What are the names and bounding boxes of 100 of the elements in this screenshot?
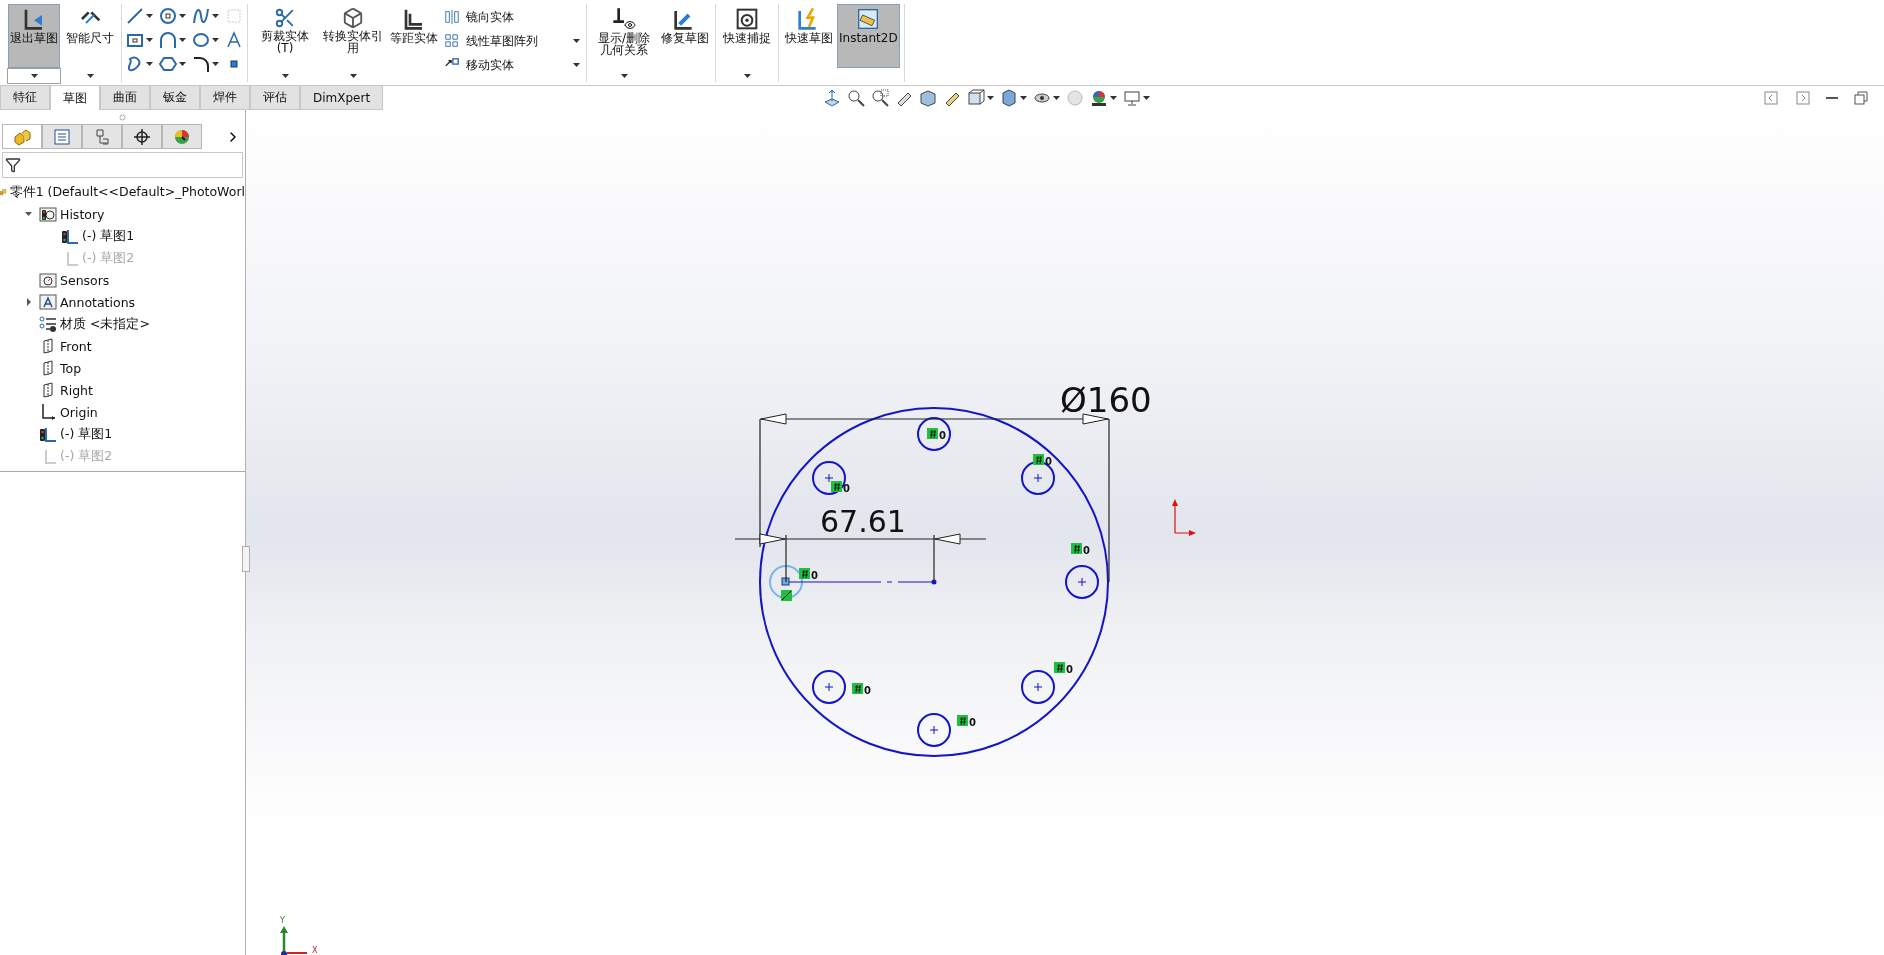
caret-icon	[212, 62, 219, 66]
ribbon-tab[interactable]: 曲面	[100, 86, 150, 110]
text-tool[interactable]	[225, 30, 243, 50]
panel-tab[interactable]	[122, 124, 162, 149]
toolbar-button[interactable]: Instant2D	[837, 4, 900, 68]
line-tool[interactable]	[126, 6, 153, 26]
toolbar-button[interactable]: 智能尺寸	[64, 4, 116, 68]
spline-tool[interactable]	[192, 6, 219, 26]
toolbar-menu-item[interactable]: 线性草图阵列	[442, 30, 582, 52]
caret-icon	[146, 38, 153, 42]
toolbar-button[interactable]: 剪裁实体(T)	[252, 4, 318, 68]
monitor-button[interactable]	[1123, 88, 1151, 108]
ribbon-tab[interactable]: 评估	[250, 86, 300, 110]
slot-tool[interactable]	[126, 54, 153, 74]
extension-line	[785, 534, 787, 583]
caret-icon	[25, 210, 33, 218]
axis-triad-drawing	[280, 926, 308, 955]
toolbar-button[interactable]: 快速捕捉	[721, 4, 773, 68]
relation-icon	[1071, 543, 1082, 554]
ribbon-tab[interactable]: 草图	[50, 86, 100, 110]
toolbar-button[interactable]: 显示/删除几何关系	[591, 4, 657, 68]
tree-item[interactable]: Annotations	[60, 294, 136, 310]
toolbar-button[interactable]: 转换实体引用	[320, 4, 386, 68]
ellipse-tool[interactable]	[192, 30, 219, 50]
circle-tool[interactable]	[159, 6, 186, 26]
hole-circle	[1065, 565, 1099, 599]
filter-field[interactable]	[2, 152, 243, 178]
caret-icon	[30, 74, 38, 78]
minimize-icon	[1826, 97, 1838, 99]
caret-icon	[86, 74, 94, 78]
scissors-icon	[274, 7, 296, 29]
tree-item[interactable]: Right	[60, 382, 93, 398]
relation-icon	[852, 683, 863, 694]
tree-item[interactable]: (-) 草图1	[60, 425, 113, 443]
polygon-tool[interactable]	[159, 54, 186, 74]
material-icon	[39, 315, 57, 333]
cube-icon	[342, 7, 364, 29]
restore-button[interactable]	[1852, 88, 1870, 108]
sensor-icon	[39, 271, 57, 289]
crosshair-icon	[133, 127, 151, 146]
tree-item[interactable]: Top	[60, 360, 82, 376]
view-orientation-icon	[967, 89, 986, 107]
display-style-button[interactable]	[1000, 88, 1028, 108]
view-orientation-button[interactable]	[967, 88, 995, 108]
caret-icon	[620, 74, 628, 78]
zoom-area-button[interactable]	[871, 88, 890, 108]
arc-tool[interactable]	[159, 30, 186, 50]
arc-icon	[159, 31, 177, 49]
toolbar-button[interactable]: 退出草图	[8, 4, 60, 68]
ribbon-tab[interactable]: 焊件	[200, 86, 250, 110]
tree-item[interactable]: (-) 草图1	[82, 227, 135, 245]
relations-icon	[612, 7, 636, 31]
caret-icon	[179, 62, 186, 66]
property-list-icon	[53, 127, 71, 146]
tree-item[interactable]: History	[60, 206, 105, 222]
tree-item[interactable]: Sensors	[60, 272, 110, 288]
ellipse-icon	[192, 31, 210, 49]
panel-left-icon	[1762, 89, 1780, 107]
relation-count: 0	[864, 685, 871, 696]
scene-button[interactable]	[1090, 88, 1118, 108]
toolbar-button[interactable]: 快速草图	[783, 4, 835, 68]
toolbar-button[interactable]: 修复草图	[659, 4, 711, 68]
dimension-value[interactable]: Ø160	[1060, 380, 1152, 420]
tree-item[interactable]: Front	[60, 338, 92, 354]
monitor-icon	[1123, 89, 1142, 107]
sketch-icon	[39, 425, 57, 443]
fillet-icon	[192, 55, 210, 73]
ribbon-tab[interactable]: 特征	[0, 86, 50, 110]
caret-icon	[25, 298, 33, 306]
restore-icon	[1852, 89, 1870, 107]
caret-icon	[146, 62, 153, 66]
line-icon	[126, 7, 144, 25]
ribbon-tab[interactable]: DimXpert	[300, 86, 384, 110]
relation-icon	[927, 428, 938, 439]
relation-count: 0	[969, 717, 976, 728]
zoom-fit-button[interactable]	[847, 88, 866, 108]
caret-icon	[349, 74, 357, 78]
caret-icon	[1053, 96, 1061, 100]
tree-item[interactable]: 零件1 (Default<<Default>_PhotoWorl	[9, 183, 245, 201]
grip-icon[interactable]	[119, 113, 126, 121]
display-style-icon	[1000, 89, 1019, 107]
ribbon-tab[interactable]: 钣金	[150, 86, 200, 110]
polygon-icon	[159, 55, 177, 73]
relation-count: 0	[811, 570, 818, 581]
toolbar-button[interactable]: 等距实体	[388, 4, 440, 68]
tree-item[interactable]: 材质 <未指定>	[60, 315, 150, 333]
sketch-icon	[61, 227, 79, 245]
toolbar-menu-item[interactable]: 移动实体	[442, 54, 582, 76]
selected-hole-circle	[769, 565, 803, 599]
splitter-handle[interactable]	[242, 546, 250, 572]
history-icon	[39, 205, 57, 223]
normal-view-button[interactable]	[823, 88, 842, 108]
toolbar-menu-item[interactable]: 镜向实体	[442, 6, 582, 28]
dropdown-button[interactable]	[7, 68, 61, 84]
tree-item[interactable]: Origin	[60, 404, 98, 420]
spline-icon	[192, 7, 210, 25]
fillet-tool[interactable]	[192, 54, 219, 74]
caret-icon	[146, 14, 153, 18]
relation-count: 0	[1083, 545, 1090, 556]
dimension-value[interactable]: 67.61	[820, 504, 906, 539]
